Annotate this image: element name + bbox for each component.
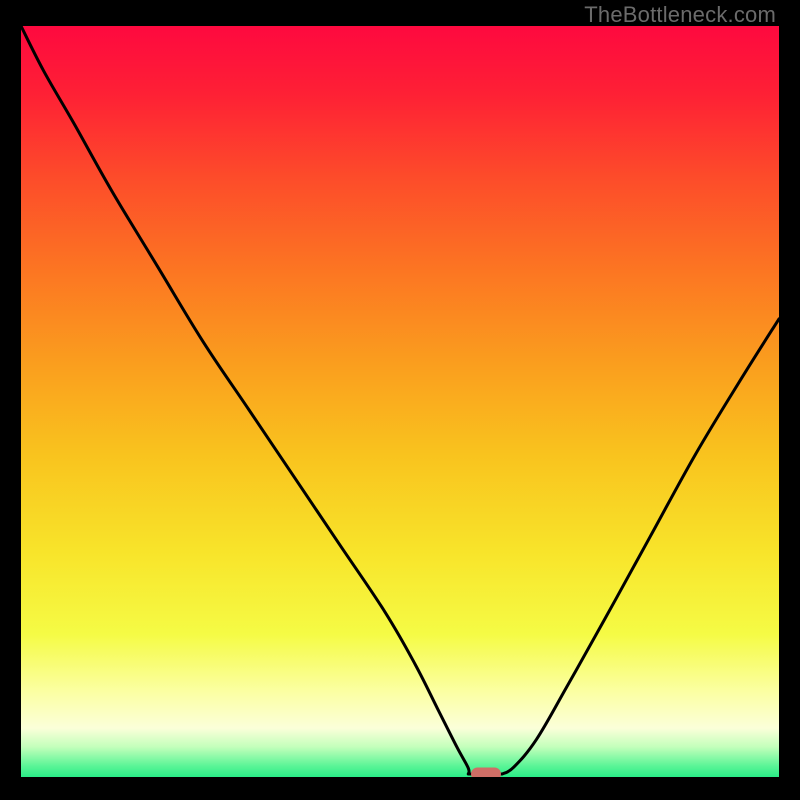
plot-area <box>21 26 779 777</box>
watermark-text: TheBottleneck.com <box>584 2 776 28</box>
chart-frame <box>21 26 779 777</box>
bottleneck-marker <box>471 767 501 777</box>
bottleneck-curve <box>21 26 779 777</box>
